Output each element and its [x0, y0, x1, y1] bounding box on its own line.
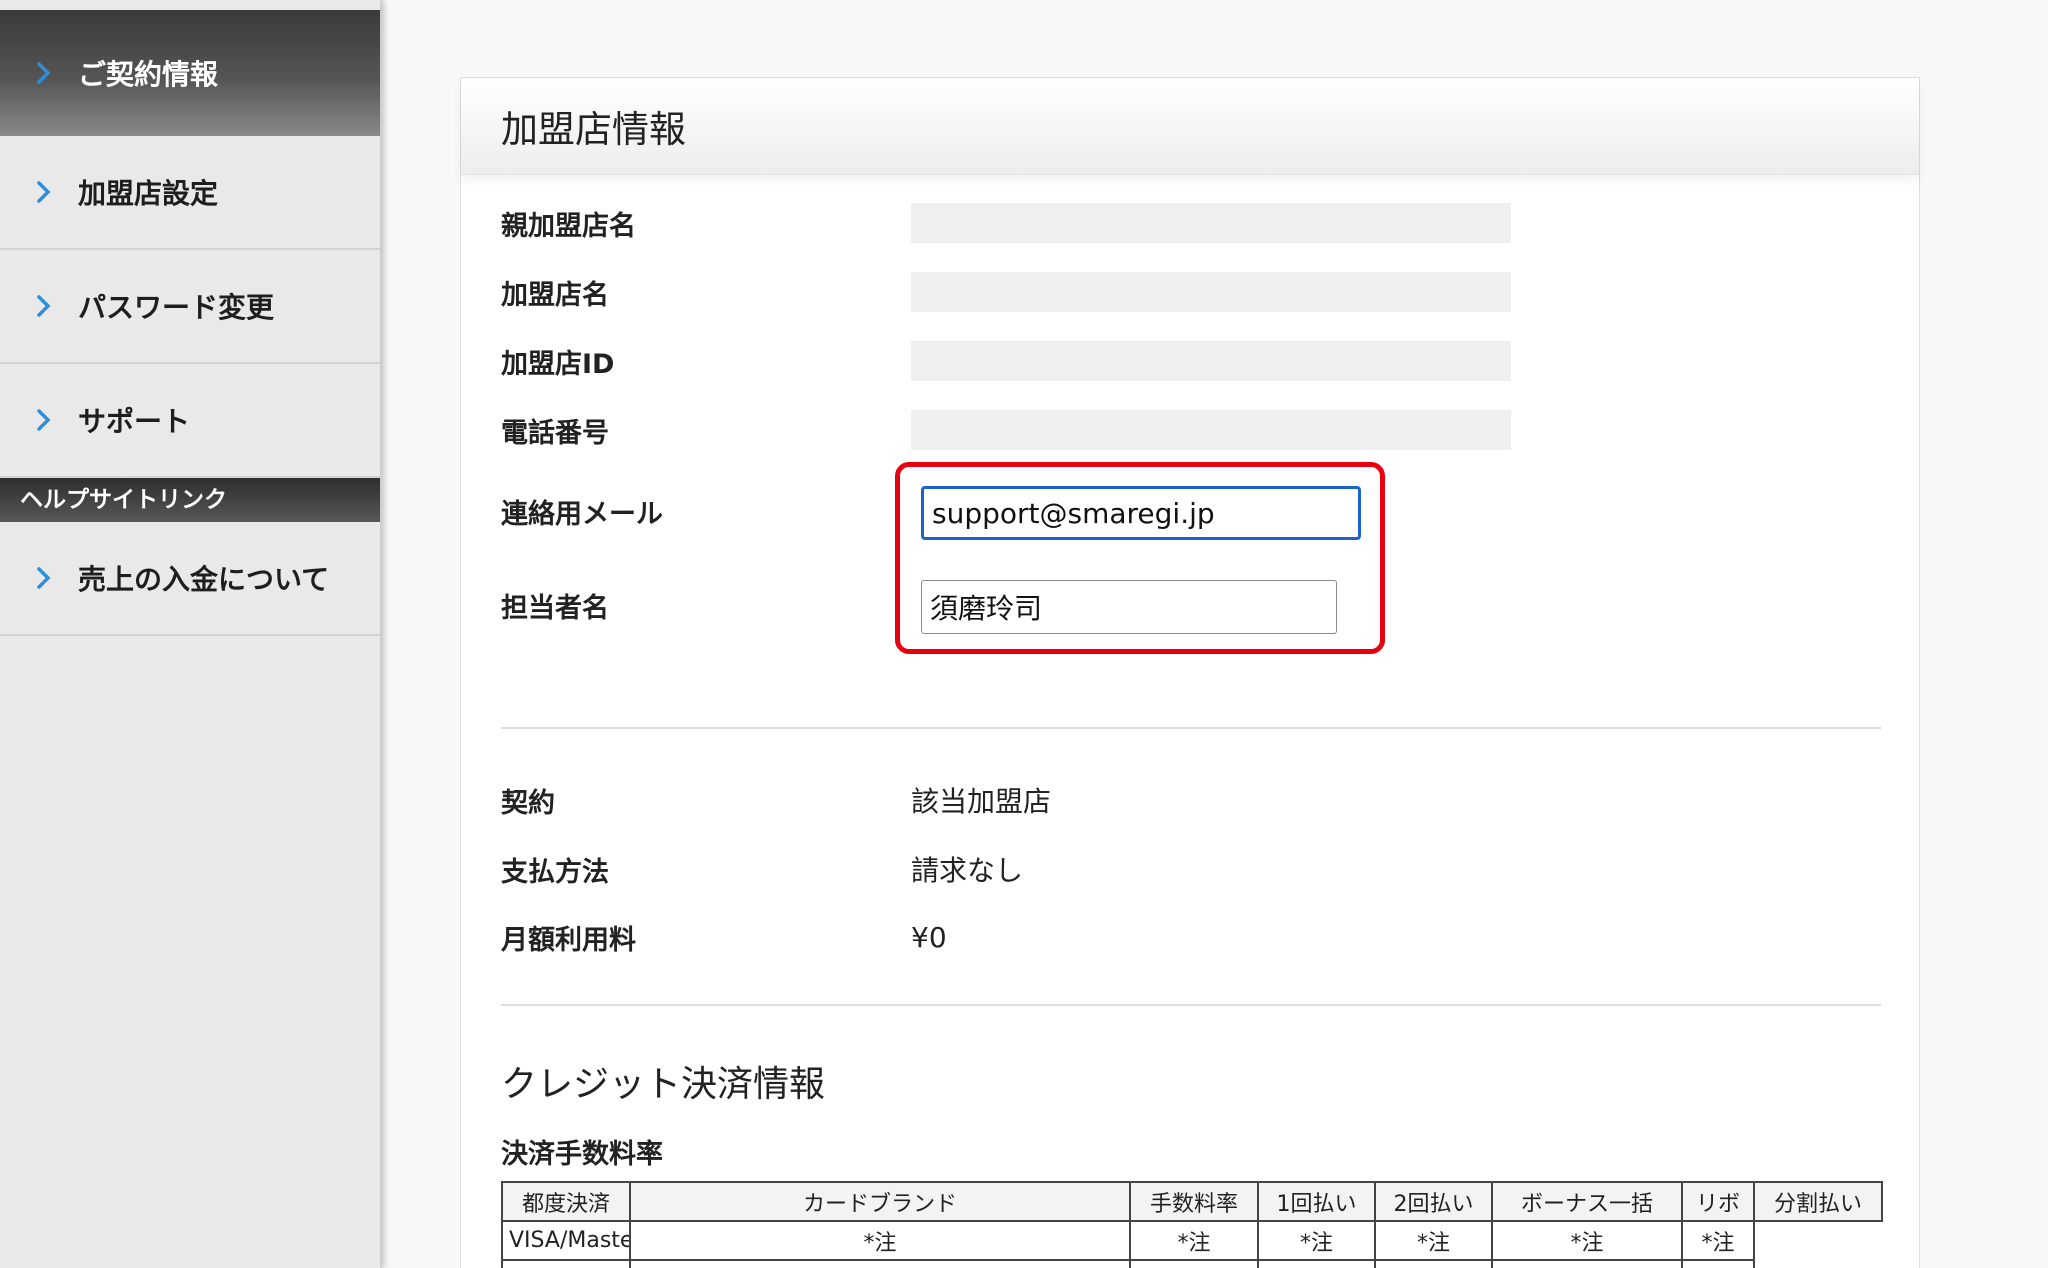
- field-label: 担当者名: [501, 593, 609, 624]
- contact-email-input[interactable]: [921, 486, 1361, 540]
- chevron-right-icon: [36, 566, 70, 590]
- redacted-value: [911, 203, 1511, 243]
- field-label: 親加盟店名: [501, 210, 636, 242]
- table-header: ボーナス一括: [1491, 1181, 1683, 1222]
- contract-row: 契約 該当加盟店: [501, 780, 1051, 820]
- table-cell: [1491, 1259, 1683, 1268]
- payment-method-row: 支払方法 請求なし: [501, 849, 1023, 889]
- section-divider: [501, 1004, 1881, 1006]
- field-label: 加盟店名: [501, 279, 609, 311]
- table-cell: *注: [629, 1220, 1131, 1261]
- fee-rate-heading: 決済手数料率: [501, 1139, 663, 1170]
- sidebar-item-label: ご契約情報: [78, 58, 219, 91]
- field-value: ¥0: [911, 921, 947, 954]
- card-header: 加盟店情報: [461, 78, 1919, 175]
- table-cell-brand: VISA/MasterCard: [501, 1220, 631, 1261]
- sidebar: ご契約情報 加盟店設定 パスワード変更 サポート ヘルプサイトリンク 売上の入金: [0, 0, 381, 1268]
- table-header: 手数料率: [1129, 1181, 1259, 1222]
- app-root: ご契約情報 加盟店設定 パスワード変更 サポート ヘルプサイトリンク 売上の入金: [0, 0, 2048, 1268]
- field-row-person-in-charge: 担当者名: [501, 586, 911, 625]
- fee-rate-table: 都度決済 カードブランド 手数料率 1回払い 2回払い ボーナス一括 リボ 分割…: [501, 1181, 1883, 1268]
- table-cell: [629, 1259, 1131, 1268]
- sidebar-item-label: サポート: [78, 405, 191, 438]
- page-title: 加盟店情報: [501, 108, 686, 151]
- table-row-kind: 都度決済: [501, 1181, 631, 1222]
- table-cell: *注: [1129, 1220, 1259, 1261]
- field-row-store-id: 加盟店ID: [501, 341, 1511, 381]
- sidebar-item-password-change[interactable]: パスワード変更: [0, 250, 380, 364]
- sidebar-item-support[interactable]: サポート: [0, 364, 380, 478]
- sidebar-item-payout-help[interactable]: 売上の入金について: [0, 522, 380, 636]
- redacted-value: [911, 272, 1511, 312]
- help-section-heading: ヘルプサイトリンク: [0, 478, 380, 522]
- table-cell: *注: [1491, 1220, 1683, 1261]
- table-header: リボ: [1681, 1181, 1755, 1222]
- field-row-store-name: 加盟店名: [501, 272, 1511, 312]
- sidebar-item-label: 加盟店設定: [78, 177, 219, 210]
- field-row-parent-store-name: 親加盟店名: [501, 203, 1511, 243]
- store-info-card: 加盟店情報 親加盟店名 加盟店名 加盟店ID 電話番号 連絡用メール 担当者名: [460, 77, 1920, 1268]
- field-row-phone: 電話番号: [501, 410, 1511, 450]
- table-header-row: 都度決済 カードブランド 手数料率 1回払い 2回払い ボーナス一括 リボ 分割…: [501, 1181, 1883, 1222]
- table-cell: [1681, 1259, 1755, 1268]
- table-cell: *注: [1257, 1220, 1376, 1261]
- person-in-charge-input[interactable]: [921, 580, 1337, 634]
- field-value: 該当加盟店: [911, 785, 1052, 818]
- chevron-right-icon: [36, 294, 70, 318]
- field-value: 請求なし: [911, 854, 1024, 887]
- chevron-right-icon: [36, 180, 70, 204]
- redacted-value: [911, 410, 1511, 450]
- field-label: 支払方法: [501, 856, 609, 888]
- field-row-contact-email: 連絡用メール: [501, 492, 911, 531]
- redacted-value: [911, 341, 1511, 381]
- sidebar-item-store-settings[interactable]: 加盟店設定: [0, 136, 380, 250]
- field-label: 連絡用メール: [501, 499, 663, 530]
- table-header: 1回払い: [1257, 1181, 1376, 1222]
- credit-section-title: クレジット決済情報: [501, 1064, 826, 1105]
- table-cell: [1374, 1259, 1493, 1268]
- monthly-fee-row: 月額利用料 ¥0: [501, 918, 947, 957]
- section-divider: [501, 727, 1881, 729]
- table-cell: [1129, 1259, 1259, 1268]
- field-label: 加盟店ID: [501, 348, 615, 380]
- table-header: カードブランド: [629, 1181, 1131, 1222]
- table-row: [501, 1259, 1882, 1268]
- table-cell: *注: [1681, 1220, 1755, 1261]
- chevron-right-icon: [36, 61, 70, 85]
- table-header: 分割払い: [1753, 1181, 1883, 1222]
- table-header: 2回払い: [1374, 1181, 1493, 1222]
- field-label: 電話番号: [501, 417, 609, 449]
- table-cell: [1257, 1259, 1376, 1268]
- sidebar-item-contract-info[interactable]: ご契約情報: [0, 10, 380, 136]
- table-cell: [501, 1259, 631, 1268]
- sidebar-item-label: 売上の入金について: [78, 563, 330, 596]
- chevron-right-icon: [36, 408, 70, 432]
- table-row: VISA/MasterCard *注 *注 *注 *注 *注 *注: [501, 1220, 1882, 1261]
- field-label: 月額利用料: [501, 925, 636, 956]
- field-label: 契約: [501, 787, 555, 819]
- sidebar-item-label: パスワード変更: [78, 291, 275, 324]
- table-cell: *注: [1374, 1220, 1493, 1261]
